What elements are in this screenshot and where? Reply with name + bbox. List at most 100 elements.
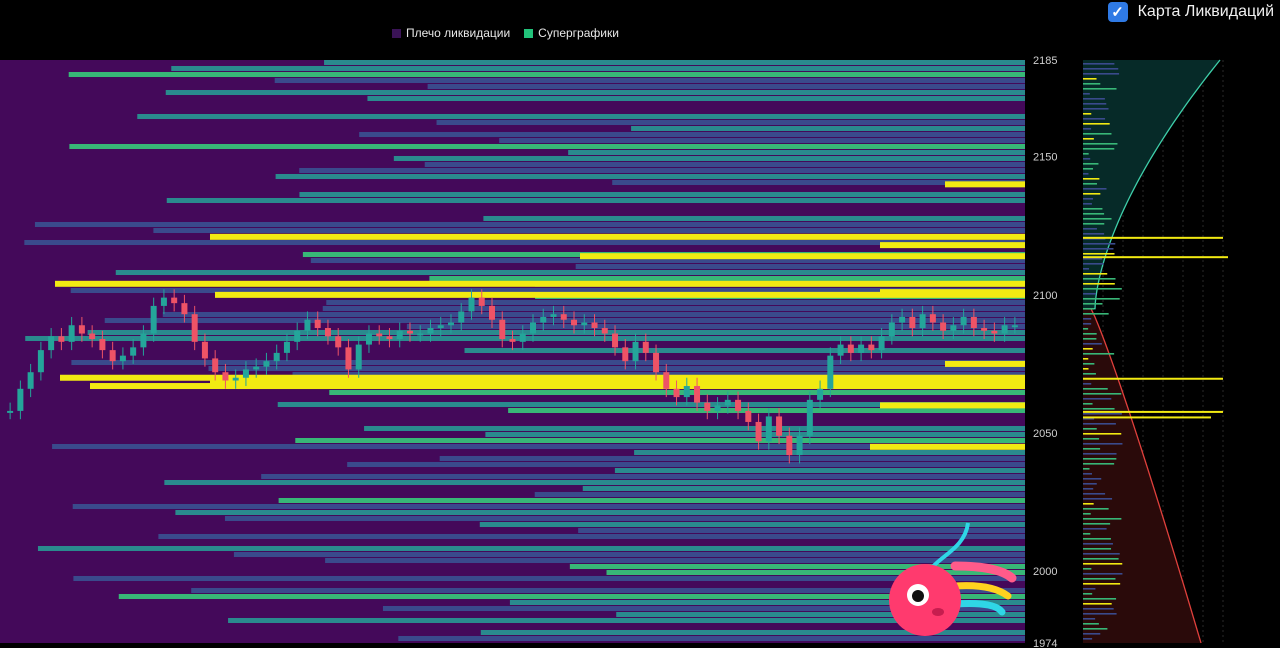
- panel-bar: [1083, 383, 1092, 385]
- heatmap-hot-band: [945, 181, 1025, 188]
- panel-bar: [1083, 458, 1117, 460]
- panel-bar: [1083, 83, 1101, 85]
- heatmap-band: [137, 114, 1025, 119]
- candle-body: [201, 341, 208, 359]
- panel-bar: [1083, 73, 1120, 75]
- panel-bar: [1083, 303, 1103, 305]
- panel-bar: [1083, 568, 1092, 570]
- candle-body: [68, 325, 75, 342]
- panel-bar: [1083, 538, 1111, 540]
- candle-body: [704, 402, 711, 411]
- candle-body: [273, 352, 280, 362]
- candle-body: [827, 355, 834, 389]
- candle-body: [406, 330, 413, 334]
- candle-body: [140, 333, 147, 348]
- panel-bar: [1083, 323, 1092, 325]
- panel-bar: [1083, 363, 1095, 365]
- candle-body: [847, 344, 854, 353]
- heatmap-band: [436, 120, 1026, 125]
- heatmap-band: [274, 78, 1025, 83]
- heatmap-band: [439, 456, 1025, 461]
- heatmap-band: [299, 192, 1026, 197]
- candle-body: [909, 316, 916, 329]
- heatmap-band: [166, 198, 1026, 203]
- candle-body: [653, 352, 660, 373]
- candle-body: [837, 344, 844, 356]
- panel-bar: [1083, 583, 1121, 585]
- heatmap-band: [364, 426, 1025, 431]
- panel-bar: [1083, 498, 1113, 500]
- panel-bar: [1083, 483, 1097, 485]
- panel-bar: [1083, 398, 1112, 400]
- panel-bar: [1083, 243, 1116, 245]
- panel-bar: [1083, 318, 1092, 320]
- panel-bar: [1083, 128, 1092, 130]
- candle-body: [899, 316, 906, 323]
- candle-body: [960, 316, 967, 326]
- panel-bar: [1083, 373, 1096, 375]
- heatmap-band: [359, 132, 1025, 137]
- heatmap-band: [324, 60, 1026, 65]
- candle-body: [581, 322, 588, 326]
- panel-bar: [1083, 223, 1105, 225]
- panel-bar: [1083, 268, 1090, 270]
- panel-bar: [1083, 173, 1089, 175]
- panel-bar: [1083, 138, 1094, 140]
- heatmap-hot-band: [945, 360, 1025, 367]
- panel-bar: [1083, 393, 1122, 395]
- panel-hot-bar: [1083, 410, 1223, 413]
- candle-body: [242, 369, 249, 378]
- candle-body: [27, 372, 34, 389]
- heatmap-band: [616, 612, 1025, 617]
- panel-bar: [1083, 258, 1102, 260]
- candle-body: [222, 372, 229, 381]
- panel-bar: [1083, 558, 1119, 560]
- panel-bar: [1083, 608, 1114, 610]
- heatmap-band: [24, 240, 1025, 245]
- candle-body: [991, 330, 998, 334]
- candle-body: [724, 399, 731, 406]
- heatmap-band: [69, 144, 1026, 149]
- candle-body: [89, 333, 96, 340]
- panel-bar: [1083, 163, 1099, 165]
- candle-body: [427, 328, 434, 334]
- heatmap-band: [73, 576, 1025, 581]
- heatmap-band: [162, 312, 1026, 317]
- panel-bar: [1083, 143, 1118, 145]
- heatmap-band: [37, 546, 1025, 551]
- candle-body: [509, 339, 516, 342]
- candle-body: [540, 316, 547, 323]
- heatmap-band: [165, 90, 1026, 95]
- panel-bar: [1083, 248, 1114, 250]
- candle-body: [786, 435, 793, 456]
- panel-bar: [1083, 308, 1094, 310]
- candle-body: [765, 416, 772, 442]
- panel-bar: [1083, 198, 1094, 200]
- candle-body: [888, 322, 895, 337]
- candle-body: [437, 325, 444, 329]
- panel-bar: [1083, 423, 1116, 425]
- panel-bar: [1083, 63, 1115, 65]
- candle-body: [99, 339, 106, 351]
- heatmap-band: [164, 480, 1026, 485]
- heatmap-band: [115, 270, 1025, 275]
- panel-short-area: [1083, 60, 1220, 309]
- candle-body: [119, 355, 126, 362]
- heatmap-hot-band: [880, 289, 1025, 296]
- panel-bar: [1083, 553, 1120, 555]
- panel-bar: [1083, 93, 1090, 95]
- candle-body: [468, 297, 475, 312]
- candle-body: [17, 388, 24, 411]
- panel-bar: [1083, 273, 1108, 275]
- candle-body: [263, 361, 270, 367]
- heatmap-band: [424, 162, 1025, 167]
- panel-bar: [1083, 578, 1116, 580]
- heatmap-band: [499, 138, 1025, 143]
- heatmap-band: [429, 276, 1025, 281]
- heatmap-band: [175, 510, 1026, 515]
- panel-bar: [1083, 213, 1105, 215]
- candle-body: [694, 386, 701, 403]
- heatmap-band: [427, 84, 1025, 89]
- heatmap-band: [72, 504, 1026, 509]
- heatmap-band: [485, 432, 1025, 437]
